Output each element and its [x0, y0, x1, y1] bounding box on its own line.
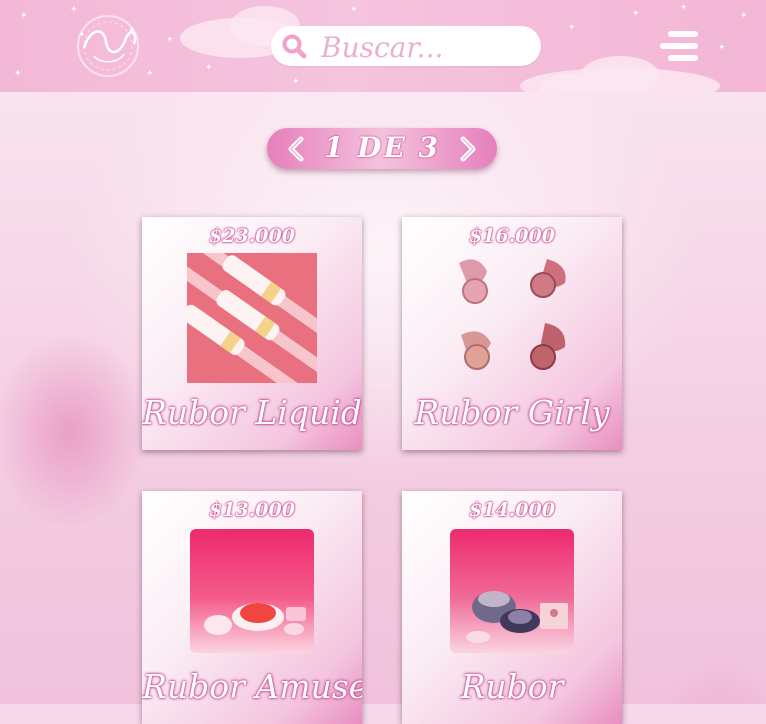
- page-indicator: 1 DE 3: [323, 131, 441, 164]
- product-name: Rubor Girly: [414, 393, 610, 432]
- product-price: $16.000: [469, 225, 555, 247]
- brand-logo[interactable]: [60, 12, 156, 80]
- star-icon: ✦: [718, 43, 726, 53]
- star-icon: ✦: [632, 9, 640, 19]
- star-icon: ✦: [20, 11, 28, 21]
- product-image-liquid-blush: [187, 253, 317, 383]
- product-card[interactable]: $16.000 Rubor Girly: [402, 217, 622, 450]
- pagination: 1 DE 3: [267, 128, 497, 169]
- hamburger-menu-icon[interactable]: [660, 31, 698, 61]
- star-icon: ✦: [205, 63, 213, 73]
- product-price: $23.000: [209, 225, 295, 247]
- product-image-amuse-blush: [190, 529, 314, 653]
- star-icon: ✦: [14, 69, 22, 79]
- star-icon: ✦: [568, 23, 576, 33]
- search-icon[interactable]: [281, 33, 307, 59]
- product-price: $14.000: [469, 499, 555, 521]
- site-header: ✦ ✦ ✦ ✦ ✦ ✦ ✦ ✦ ✦ ✦ ✦ ✦ ✦: [0, 0, 766, 92]
- search-bar: [271, 26, 541, 66]
- star-icon: ✦: [292, 77, 300, 87]
- star-icon: ✦: [350, 5, 358, 15]
- product-name: Rubor Liquido: [142, 393, 362, 432]
- star-icon: ✦: [166, 35, 174, 45]
- chevron-left-icon[interactable]: [285, 136, 307, 162]
- product-name: Rubor: [460, 667, 564, 706]
- product-card[interactable]: $23.000 Rubor Liquido: [142, 217, 362, 450]
- page-background: [0, 92, 766, 704]
- product-image-blush-set: [450, 529, 574, 653]
- product-price: $13.000: [209, 499, 295, 521]
- product-name: Rubor Amuse: [142, 667, 362, 706]
- star-icon: ✦: [680, 3, 688, 13]
- product-card[interactable]: $14.000 Rubor: [402, 491, 622, 724]
- chevron-right-icon[interactable]: [457, 136, 479, 162]
- product-image-powder-blush: [459, 259, 566, 370]
- star-icon: ✦: [740, 11, 748, 21]
- search-input[interactable]: [319, 30, 533, 64]
- product-card[interactable]: $13.000 Rubor Amuse: [142, 491, 362, 724]
